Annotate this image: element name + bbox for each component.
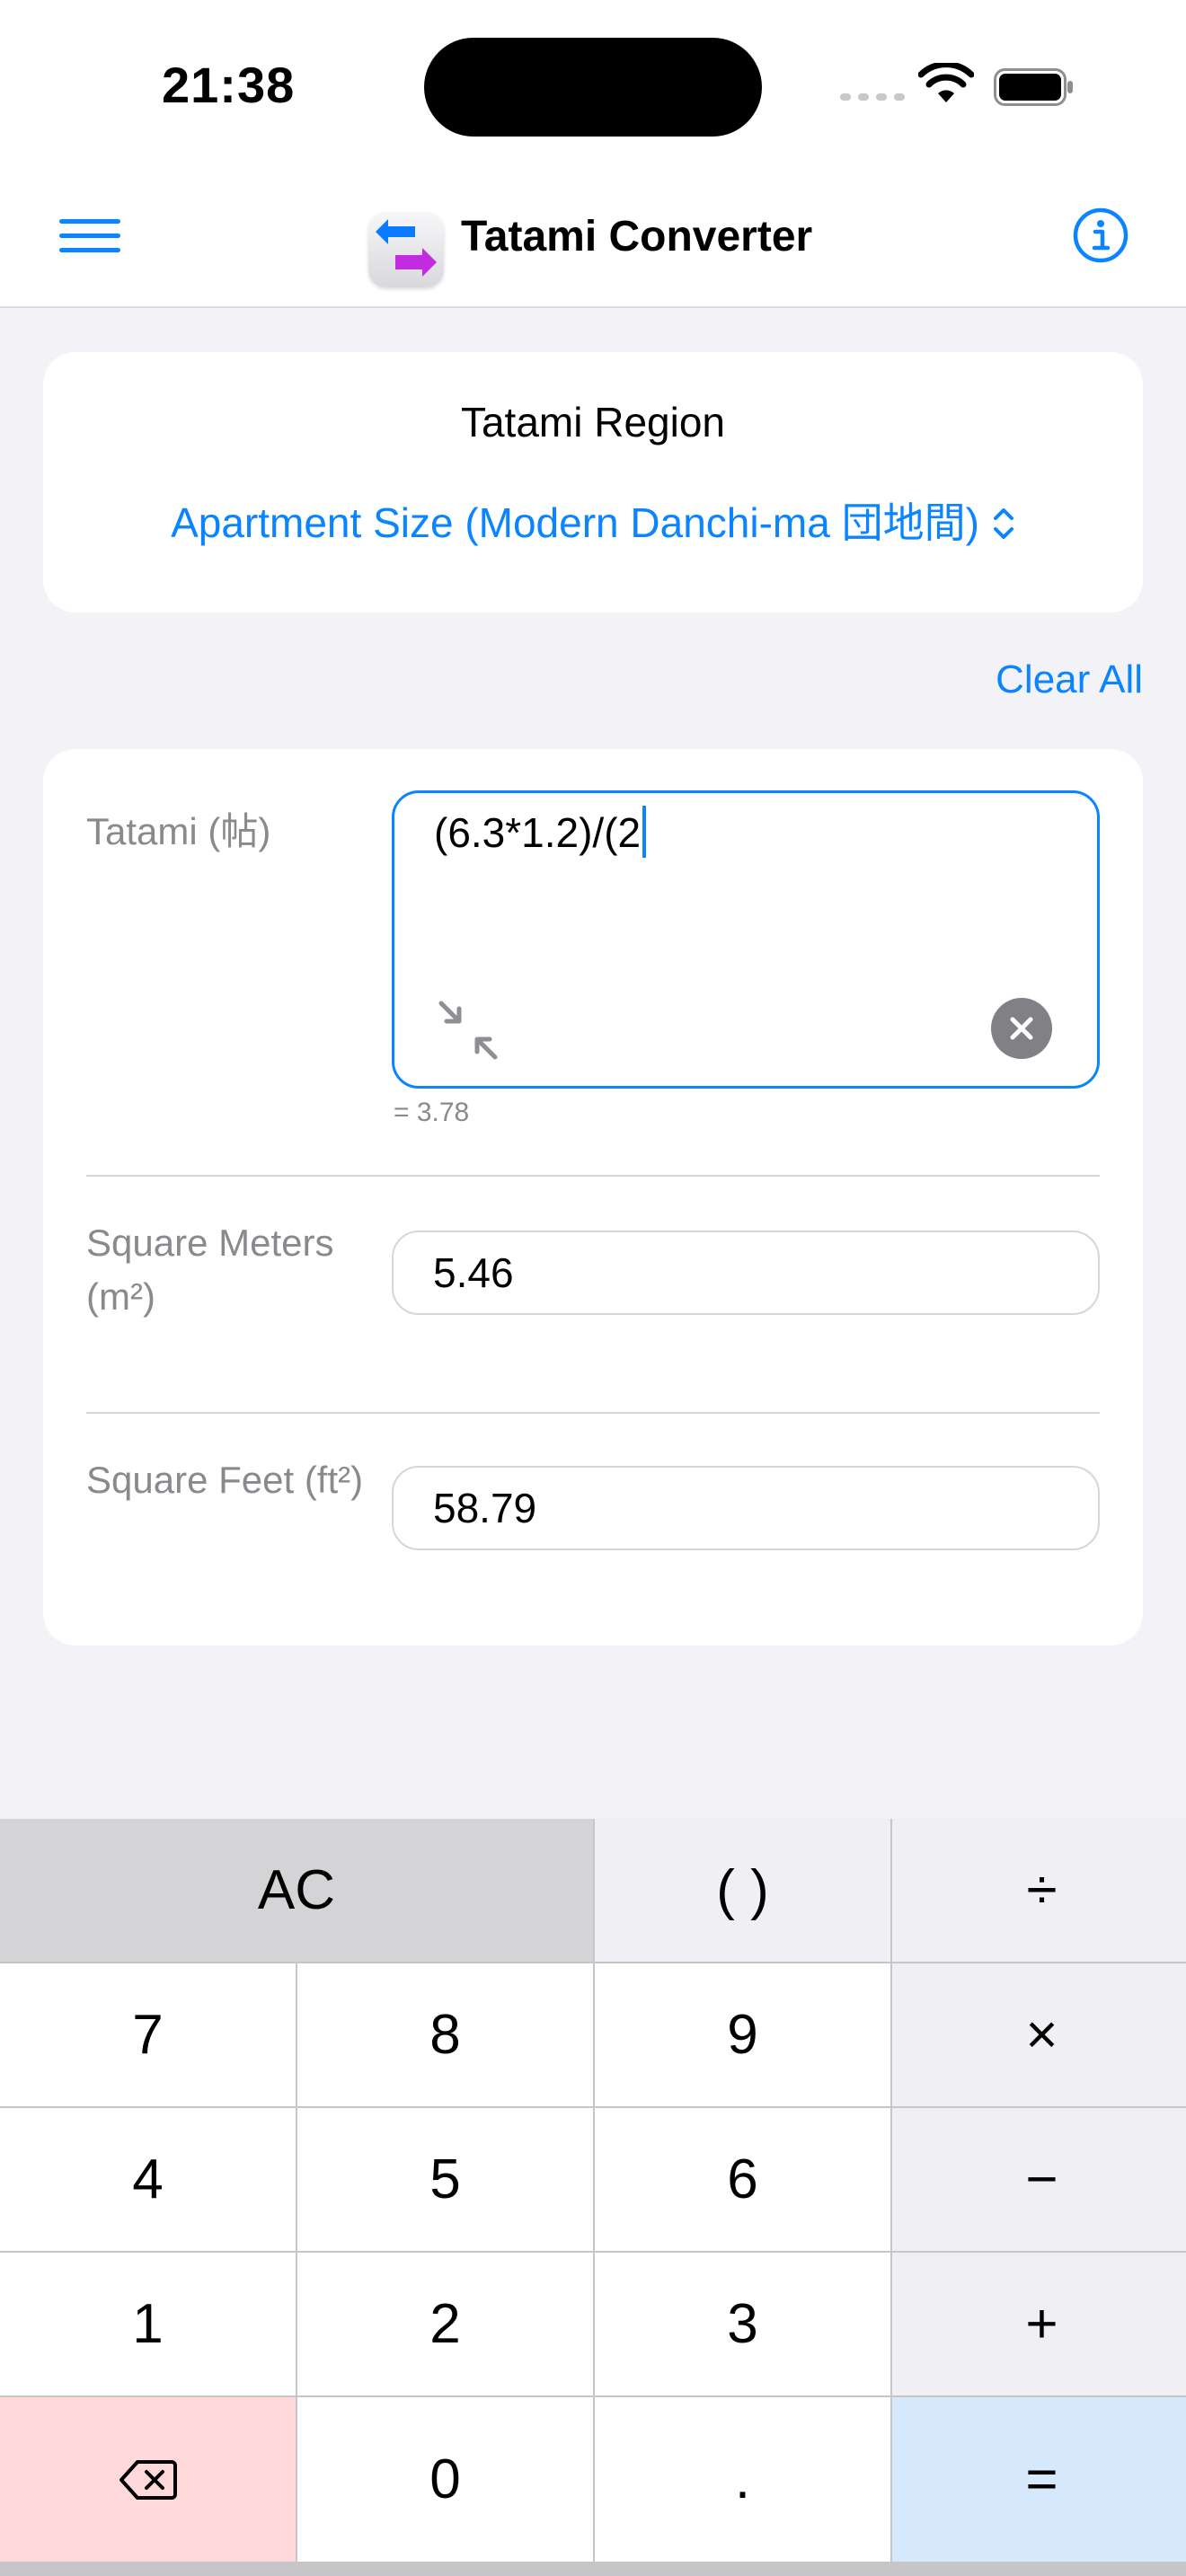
tatami-expression-input[interactable]: (6.3*1.2)/(2 — [392, 790, 1100, 1089]
key-1[interactable]: 1 — [0, 2253, 296, 2395]
collapse-arrows-icon[interactable] — [436, 998, 500, 1063]
tatami-label: Tatami (帖) — [86, 810, 271, 852]
cellular-signal-icon — [840, 93, 905, 101]
divider — [86, 1412, 1100, 1414]
text-caret — [642, 806, 647, 858]
square-meters-label: Square Meters (m²) — [86, 1222, 334, 1318]
square-meters-input[interactable]: 5.46 — [392, 1231, 1100, 1315]
key-5[interactable]: 5 — [297, 2108, 593, 2251]
square-feet-input[interactable]: 58.79 — [392, 1466, 1100, 1550]
converter-card: Tatami (帖) (6.3*1.2)/(2 = 3.78 Square Me… — [43, 749, 1143, 1645]
app-logo-icon — [368, 212, 444, 287]
divider — [86, 1175, 1100, 1177]
page-title: Tatami Converter — [461, 213, 813, 260]
battery-icon — [994, 68, 1073, 106]
hamburger-menu-icon — [59, 219, 120, 224]
status-bar: 21:38 — [0, 0, 1186, 180]
key-7[interactable]: 7 — [0, 1963, 296, 2106]
key-0[interactable]: 0 — [297, 2397, 593, 2562]
tatami-result: = 3.78 — [394, 1098, 470, 1127]
tatami-expression-text: (6.3*1.2)/(2 — [434, 804, 647, 861]
region-card: Tatami Region Apartment Size (Modern Dan… — [43, 352, 1143, 613]
key-2[interactable]: 2 — [297, 2253, 593, 2395]
region-selected-value: Apartment Size (Modern Danchi-ma 団地間) — [171, 499, 979, 546]
key-minus[interactable]: − — [892, 2108, 1186, 2251]
key-3[interactable]: 3 — [595, 2253, 890, 2395]
info-button[interactable] — [1072, 207, 1129, 264]
key-backspace[interactable] — [0, 2397, 296, 2562]
clear-field-button[interactable] — [991, 998, 1052, 1059]
clear-all-button[interactable]: Clear All — [996, 657, 1143, 702]
app-screen: 21:38 Tatami Converter Tatami Region Apa… — [0, 0, 1186, 2576]
square-feet-label: Square Feet (ft²) — [86, 1459, 364, 1501]
status-time: 21:38 — [162, 57, 296, 113]
menu-button[interactable] — [59, 219, 120, 262]
key-decimal[interactable]: . — [595, 2397, 890, 2562]
key-divide[interactable]: ÷ — [892, 1819, 1186, 1962]
key-8[interactable]: 8 — [297, 1963, 593, 2106]
region-label: Tatami Region — [460, 399, 726, 446]
dynamic-island — [424, 38, 762, 137]
key-plus[interactable]: + — [892, 2253, 1186, 2395]
delete-backward-icon — [119, 2459, 177, 2500]
key-clear-all[interactable]: AC — [0, 1819, 593, 1962]
wifi-icon — [918, 63, 974, 102]
calculator-keypad: AC ( ) ÷ 7 8 9 × 4 5 6 − 1 2 3 + 0 . = — [0, 1819, 1186, 2576]
key-6[interactable]: 6 — [595, 2108, 890, 2251]
key-parentheses[interactable]: ( ) — [595, 1819, 890, 1962]
key-multiply[interactable]: × — [892, 1963, 1186, 2106]
chevron-up-down-icon — [993, 508, 1013, 539]
key-4[interactable]: 4 — [0, 2108, 296, 2251]
key-equals[interactable]: = — [892, 2397, 1186, 2562]
navigation-bar: Tatami Converter — [0, 180, 1186, 308]
key-9[interactable]: 9 — [595, 1963, 890, 2106]
region-picker[interactable]: Apartment Size (Modern Danchi-ma 団地間) — [43, 498, 1143, 548]
